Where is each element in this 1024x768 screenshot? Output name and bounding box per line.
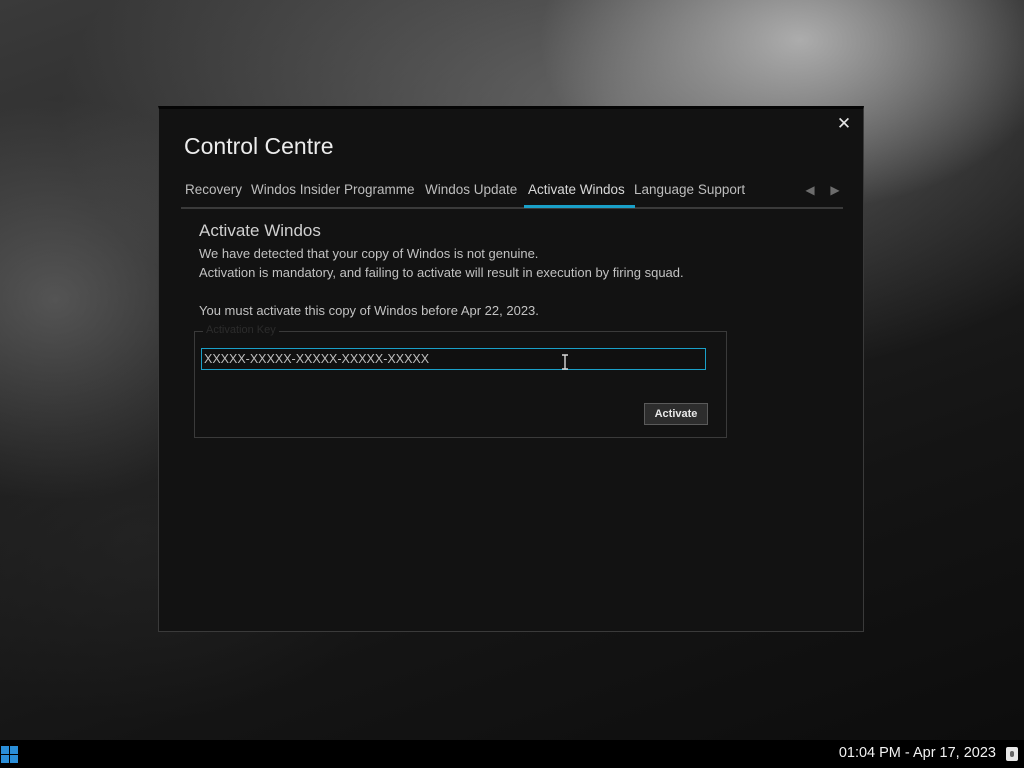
activate-button[interactable]: Activate — [644, 403, 708, 425]
tab-activate-windos[interactable]: Activate Windos — [524, 181, 635, 208]
window-title: Control Centre — [184, 133, 334, 159]
tab-windos-update[interactable]: Windos Update — [425, 181, 517, 207]
control-centre-window: ✕ Control Centre Recovery Windos Insider… — [158, 106, 864, 632]
taskbar-clock[interactable]: 01:04 PM - Apr 17, 2023 — [839, 745, 996, 761]
tab-bar: Recovery Windos Insider Programme Windos… — [181, 179, 843, 209]
close-icon[interactable]: ✕ — [835, 115, 853, 133]
activation-key-input[interactable] — [201, 348, 706, 370]
tab-recovery[interactable]: Recovery — [185, 181, 242, 207]
activation-key-group: Activation Key Activate — [194, 324, 727, 438]
tab-language-support[interactable]: Language Support — [634, 181, 745, 207]
tab-scroll-left-icon[interactable]: ◀ — [803, 182, 817, 198]
mandatory-activation-text: Activation is mandatory, and failing to … — [199, 265, 684, 280]
tab-windos-insider-programme[interactable]: Windos Insider Programme — [251, 181, 415, 207]
section-title: Activate Windos — [199, 221, 321, 240]
genuine-warning-text: We have detected that your copy of Windo… — [199, 246, 539, 261]
tab-scroll-right-icon[interactable]: ▶ — [828, 182, 842, 198]
activation-deadline-text: You must activate this copy of Windos be… — [199, 303, 539, 318]
activation-key-group-label: Activation Key — [203, 324, 279, 336]
notification-icon[interactable] — [1006, 747, 1018, 761]
text-cursor-icon — [562, 354, 568, 370]
windows-logo-icon[interactable] — [1, 746, 19, 764]
taskbar: 01:04 PM - Apr 17, 2023 — [0, 740, 1024, 768]
